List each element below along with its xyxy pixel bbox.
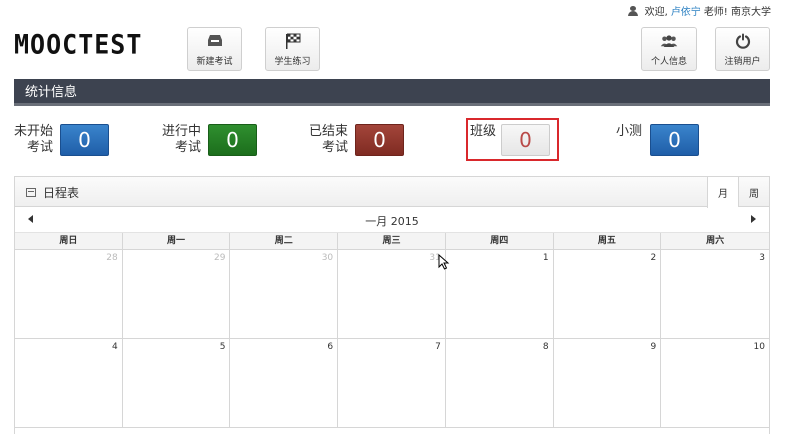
group-users-icon	[660, 33, 678, 49]
profile-button[interactable]: 个人信息	[641, 27, 697, 71]
tab-week[interactable]: 周	[738, 177, 769, 207]
stat-label-line1: 小测	[616, 124, 643, 139]
weekday-thu: 周四	[445, 233, 554, 250]
weekday-tue: 周二	[230, 233, 339, 250]
stat-finished: 已结束 考试 0	[309, 124, 405, 156]
user-icon	[627, 5, 638, 16]
day-cell[interactable]: 5	[122, 339, 231, 428]
stat-in-progress: 进行中 考试 0	[162, 124, 258, 156]
stats-header: 统计信息	[14, 79, 770, 106]
stat-label: 进行中 考试	[162, 124, 201, 156]
day-cell[interactable]: 4	[15, 339, 123, 428]
power-icon	[734, 33, 752, 49]
user-bar: 欢迎, 卢依宁 老师! 南京大学	[627, 3, 771, 18]
new-exam-button[interactable]: 新建考试	[187, 27, 242, 71]
stat-quiz: 小测 0	[616, 124, 700, 156]
stat-value-box[interactable]: 0	[60, 124, 110, 156]
weekday-wed: 周三	[338, 233, 446, 250]
profile-label: 个人信息	[650, 57, 687, 67]
stat-label-line1: 已结束	[309, 124, 349, 139]
new-exam-label: 新建考试	[196, 57, 233, 67]
day-cell[interactable]: 1	[445, 250, 554, 339]
stat-label-line1: 进行中	[162, 124, 202, 139]
day-grid: 28 29 30 31 1 2 3 4 5 6 7 8 9 10	[15, 250, 769, 428]
weekday-fri: 周五	[553, 233, 662, 250]
user-role-text: 老师! 南京大学	[703, 7, 771, 18]
stat-label-line2: 考试	[322, 140, 349, 155]
mooctest-logo[interactable]: MOOCTEST	[14, 29, 142, 59]
stat-label-line2: 考试	[175, 140, 202, 155]
day-cell[interactable]: 10	[661, 339, 769, 428]
month-nav: 一月 2015	[15, 207, 769, 233]
stat-label: 未开始 考试	[14, 124, 53, 156]
stat-label-line1: 未开始	[14, 124, 54, 139]
stat-value-box[interactable]: 0	[650, 124, 700, 156]
day-cell[interactable]: 6	[230, 339, 339, 428]
checkered-flag-icon	[284, 33, 302, 49]
next-month-arrow-icon[interactable]	[751, 215, 756, 223]
stat-label-line2: 考试	[27, 140, 54, 155]
weekday-header-row: 周日 周一 周二 周三 周四 周五 周六	[15, 233, 769, 250]
stat-value-box[interactable]: 0	[208, 124, 258, 156]
day-cell[interactable]: 31	[338, 250, 446, 339]
highlight-box	[466, 118, 559, 161]
user-name-link[interactable]: 卢依宁	[671, 3, 701, 18]
day-cell[interactable]: 8	[445, 339, 554, 428]
logout-button[interactable]: 注销用户	[715, 27, 770, 71]
day-cell[interactable]: 2	[553, 250, 662, 339]
mouse-cursor-icon	[438, 254, 450, 270]
schedule-calendar: 日程表 月 周 一月 2015 周日 周一 周二 周三 周四 周五 周六 28 …	[14, 176, 770, 434]
month-label: 一月 2015	[365, 215, 419, 228]
calendar-icon	[26, 188, 36, 197]
weekday-sun: 周日	[15, 233, 123, 250]
weekday-mon: 周一	[122, 233, 231, 250]
student-practice-button[interactable]: 学生练习	[265, 27, 320, 71]
student-practice-label: 学生练习	[274, 57, 311, 67]
welcome-text: 欢迎,	[644, 7, 668, 18]
stat-label: 小测	[616, 124, 642, 140]
day-cell[interactable]: 28	[15, 250, 123, 339]
stat-label: 已结束 考试	[309, 124, 348, 156]
calendar-title-text: 日程表	[43, 186, 80, 200]
day-cell[interactable]: 9	[553, 339, 662, 428]
stat-not-started: 未开始 考试 0	[14, 124, 110, 156]
day-cell[interactable]: 29	[122, 250, 231, 339]
inbox-icon	[206, 33, 224, 49]
calendar-title: 日程表	[26, 184, 79, 201]
logout-label: 注销用户	[724, 57, 761, 67]
day-cell[interactable]: 30	[230, 250, 339, 339]
weekday-sat: 周六	[661, 233, 769, 250]
day-cell[interactable]: 7	[338, 339, 446, 428]
tab-month[interactable]: 月	[707, 177, 738, 208]
calendar-header: 日程表 月 周	[15, 177, 769, 208]
day-cell[interactable]: 3	[661, 250, 769, 339]
stat-value-box[interactable]: 0	[355, 124, 405, 156]
